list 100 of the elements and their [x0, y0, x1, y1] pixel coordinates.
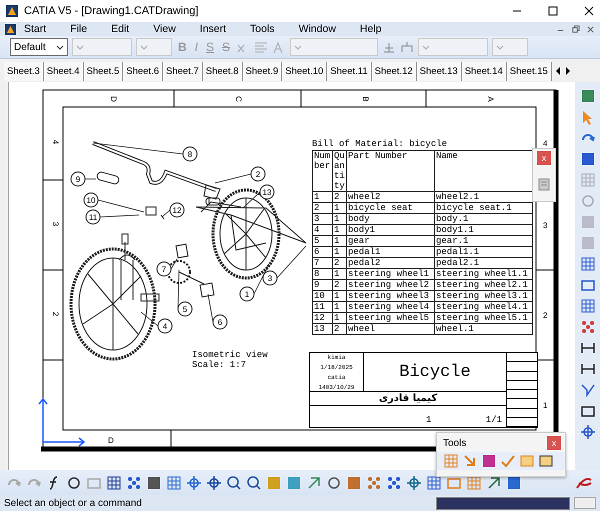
- leader-line: [214, 174, 252, 184]
- table-cell: pedal2.1: [434, 258, 532, 268]
- menu-item[interactable]: View: [153, 23, 176, 35]
- table-cell: 1: [332, 290, 346, 302]
- menu-item[interactable]: File: [70, 23, 88, 35]
- column-label: B: [361, 96, 370, 102]
- table-cell: wheel.1: [434, 324, 532, 334]
- table-cell: 2: [312, 202, 332, 214]
- tolerance-icon[interactable]: [400, 40, 414, 54]
- style-dropdown[interactable]: Default: [10, 38, 68, 56]
- column-label: D: [108, 436, 114, 445]
- sheet-tab[interactable]: Sheet.14: [462, 62, 507, 80]
- menu-item[interactable]: Start: [24, 23, 46, 35]
- scroll-right-icon[interactable]: [564, 66, 572, 76]
- callout-balloon: 10: [84, 192, 98, 208]
- table-cell: 1: [332, 214, 346, 224]
- sheet-tab[interactable]: Sheet.9: [242, 62, 282, 80]
- tree-icon[interactable]: [126, 474, 142, 490]
- target-icon[interactable]: [580, 424, 596, 440]
- menu-item[interactable]: Tools: [250, 23, 275, 35]
- sheet-tab[interactable]: Sheet.12: [372, 62, 417, 80]
- column-header: Number: [312, 150, 332, 192]
- table-cell: body: [346, 214, 434, 224]
- table-cell: 1: [332, 302, 346, 312]
- menu-item[interactable]: Edit: [111, 23, 130, 35]
- designer-name: کیمیا قادری: [310, 391, 507, 406]
- close-button[interactable]: x: [547, 436, 561, 450]
- callout-balloon: 5: [178, 302, 192, 316]
- table-cell: wheel: [346, 324, 434, 334]
- callout-balloon: 2: [250, 166, 266, 182]
- arrow-icon[interactable]: [462, 453, 478, 469]
- zoom-in-icon[interactable]: [226, 474, 242, 490]
- callout-balloon: 13: [260, 184, 274, 200]
- sheet-tab[interactable]: Sheet.10: [282, 62, 328, 80]
- chevron-down-icon: [140, 44, 148, 50]
- axis-system-icon: [38, 398, 86, 447]
- table-cell: steering wheel4: [346, 302, 434, 312]
- dimension-icon[interactable]: [580, 361, 596, 377]
- restore-icon[interactable]: [571, 24, 580, 34]
- command-input-field[interactable]: [436, 496, 570, 510]
- dimension-icon[interactable]: [580, 340, 596, 356]
- zoom-out-icon[interactable]: [246, 474, 262, 490]
- table-cell: 1: [332, 224, 346, 236]
- leader-line: [208, 294, 214, 322]
- callout-balloon: 6: [212, 314, 228, 330]
- sheet-tab[interactable]: Sheet.13: [416, 62, 462, 80]
- chevron-down-icon: [294, 44, 302, 50]
- sheet-tab[interactable]: Sheet.5: [84, 62, 124, 80]
- table-cell: 7: [312, 258, 332, 268]
- frame-icon[interactable]: [466, 474, 482, 490]
- nodes-icon[interactable]: [580, 319, 596, 335]
- curve-icon[interactable]: [580, 382, 596, 398]
- table-cell: 1: [332, 312, 346, 324]
- callout-balloon: 4: [158, 318, 172, 334]
- column-header: Quantity: [332, 150, 346, 192]
- grid-icon[interactable]: [426, 474, 442, 490]
- close-icon[interactable]: [586, 24, 595, 34]
- sheet-tab[interactable]: Sheet.11: [327, 62, 372, 80]
- cube-icon[interactable]: [481, 453, 497, 469]
- chevron-down-icon: [496, 44, 504, 50]
- table-cell: steering wheel5: [346, 312, 434, 324]
- table-cell: 1: [312, 192, 332, 202]
- table-cell: pedal1.1: [434, 246, 532, 258]
- clipboard-icon[interactable]: [537, 177, 551, 191]
- table-cell: wheel2: [346, 192, 434, 202]
- row-label: 3: [51, 222, 60, 226]
- maximize-icon[interactable]: [548, 6, 558, 16]
- check-icon[interactable]: [500, 453, 516, 469]
- sheet-tab[interactable]: Sheet.7: [163, 62, 203, 80]
- close-icon[interactable]: [584, 6, 594, 16]
- menu-item[interactable]: Insert: [200, 23, 226, 35]
- table-cell: bicycle seat.1: [434, 202, 532, 214]
- sheet-tab[interactable]: Sheet.4: [44, 62, 84, 80]
- table-cell: 13: [312, 324, 332, 334]
- row-label: 3: [543, 221, 548, 230]
- table-cell: steering wheel2: [346, 280, 434, 290]
- table-cell: 2: [332, 324, 346, 334]
- table-icon[interactable]: [106, 474, 122, 490]
- table-cell: 8: [312, 268, 332, 280]
- menu-item[interactable]: Help: [360, 23, 382, 35]
- table-cell: 11: [312, 302, 332, 312]
- leader-line: [84, 178, 96, 180]
- sheet-tab[interactable]: Sheet.3: [4, 62, 44, 80]
- sheet-tab[interactable]: Sheet.6: [123, 62, 163, 80]
- close-button[interactable]: x: [537, 151, 551, 165]
- sheet-tab[interactable]: Sheet.8: [202, 62, 242, 80]
- datum-icon[interactable]: [382, 40, 396, 54]
- drawing-title: Bicycle: [364, 353, 507, 391]
- mesh-icon[interactable]: [386, 474, 402, 490]
- leader-line: [140, 312, 158, 326]
- row-label: 2: [543, 311, 548, 320]
- row-label: 4: [543, 139, 548, 148]
- mesh-icon[interactable]: [366, 474, 382, 490]
- table-cell: 1: [332, 246, 346, 258]
- table-icon[interactable]: [580, 298, 596, 314]
- table-cell: 12: [312, 312, 332, 324]
- table-cell: steering wheel3.1: [434, 290, 532, 302]
- menu-item[interactable]: Window: [298, 23, 336, 35]
- table-cell: 4: [312, 224, 332, 236]
- sheet-tab[interactable]: Sheet.15: [506, 62, 552, 80]
